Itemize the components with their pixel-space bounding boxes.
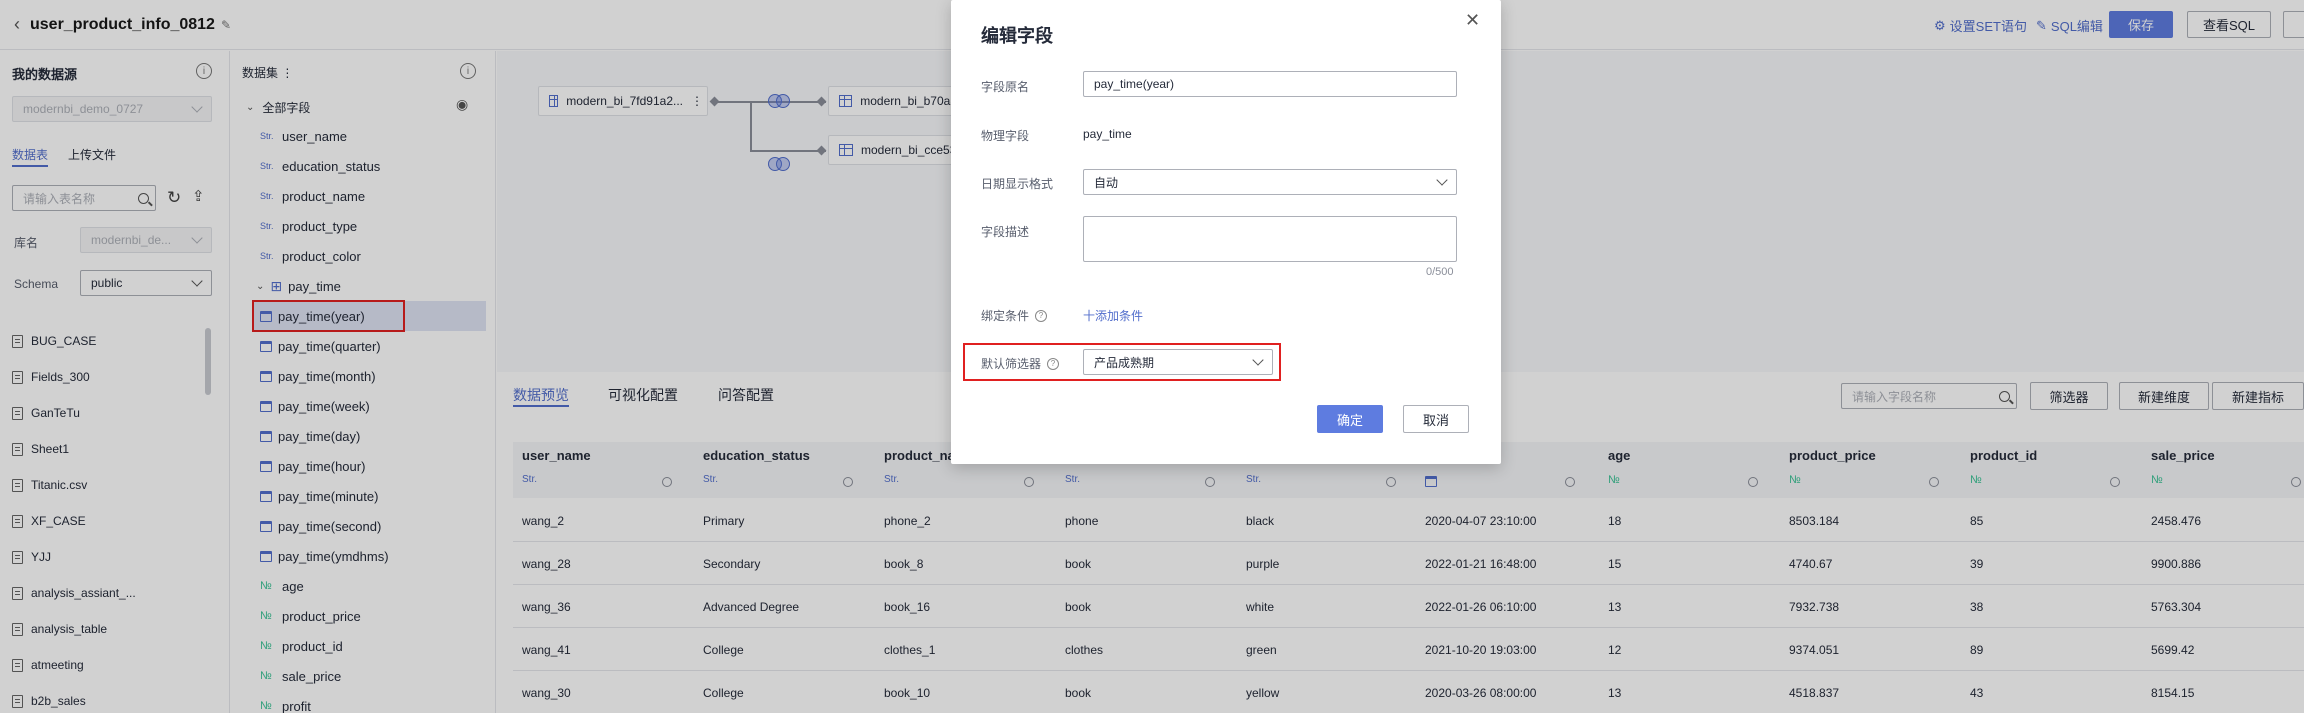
cancel-button[interactable]: 取消 <box>1403 405 1469 433</box>
description-label: 字段描述 <box>981 225 1030 239</box>
edit-field-dialog: 编辑字段 ✕ 字段原名 pay_time(year) 物理字段 pay_time… <box>951 0 1501 464</box>
description-textarea[interactable] <box>1083 216 1457 262</box>
orig-name-input[interactable]: pay_time(year) <box>1083 71 1457 97</box>
chevron-down-icon <box>1436 174 1448 186</box>
date-format-select[interactable]: 自动 <box>1083 169 1457 195</box>
physical-field-label: 物理字段 <box>981 129 1030 143</box>
chevron-down-icon <box>1252 354 1264 366</box>
physical-field-value: pay_time <box>1083 127 1132 141</box>
add-condition-link[interactable]: 十添加条件 <box>1083 307 1143 324</box>
close-icon[interactable]: ✕ <box>1465 10 1480 31</box>
confirm-button[interactable]: 确定 <box>1317 405 1383 433</box>
help-icon[interactable]: ? <box>1035 309 1048 322</box>
dialog-title: 编辑字段 <box>981 26 1053 46</box>
default-filter-select[interactable]: 产品成熟期 <box>1083 349 1273 375</box>
date-format-label: 日期显示格式 <box>981 177 1054 191</box>
help-icon[interactable]: ? <box>1047 357 1060 370</box>
bind-condition-label: 绑定条件? <box>981 307 1048 324</box>
orig-name-label: 字段原名 <box>981 80 1030 94</box>
default-filter-label: 默认筛选器? <box>981 355 1060 372</box>
description-counter: 0/500 <box>1426 266 1454 278</box>
